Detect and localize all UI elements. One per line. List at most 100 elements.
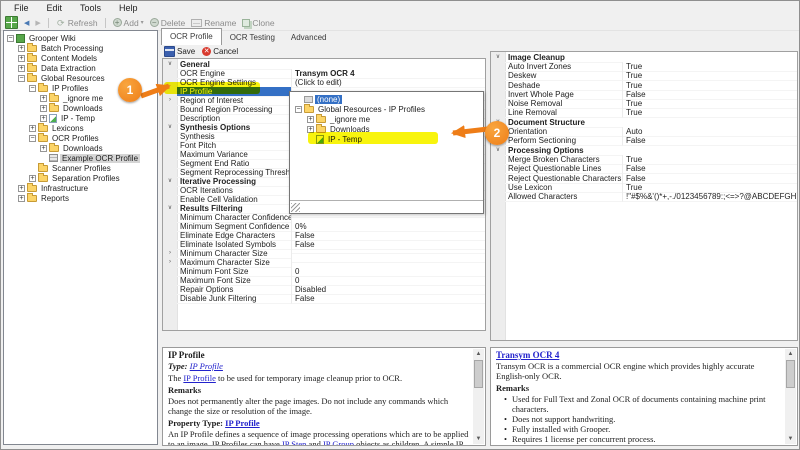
expander-minus-icon[interactable]: − [29,85,36,92]
expander-plus-icon[interactable]: + [307,116,314,123]
tree-item-infrastructure[interactable]: +Infrastructure [4,183,157,193]
clone-button[interactable]: Clone [239,18,277,28]
collapse-chevron-icon[interactable]: ∨ [491,53,505,62]
property-value[interactable] [292,262,485,263]
dropdown-resize-bar[interactable] [290,200,483,213]
property-row-use-lexicon[interactable]: Use LexiconTrue [491,183,797,192]
help-scrollbar[interactable]: ▲ ▼ [785,349,796,444]
tree-item-lexicons[interactable]: +Lexicons [4,123,157,133]
scroll-up-icon[interactable]: ▲ [785,349,796,359]
help-link-ip-profile[interactable]: IP Profile [183,373,216,383]
property-row-perform-sectioning[interactable]: Perform SectioningFalse [491,137,797,146]
expander-plus-icon[interactable]: + [40,105,47,112]
expander-minus-icon[interactable]: − [7,35,14,42]
property-row-reject-questionable-characters[interactable]: Reject Questionable CharactersFalse [491,174,797,183]
tree-item-content-models[interactable]: +Content Models [4,53,157,63]
expander-plus-icon[interactable]: + [29,175,36,182]
tree-item-downloads[interactable]: +Downloads [4,103,157,113]
collapse-chevron-icon[interactable]: ∨ [491,146,505,155]
back-arrow-icon[interactable]: ◀ [21,19,32,27]
collapse-chevron-icon[interactable]: ∨ [163,177,177,186]
property-row-allowed-characters[interactable]: Allowed Characters!"#$%&'()*+,-./0123456… [491,192,797,201]
property-row-noise-removal[interactable]: Noise RemovalTrue [491,99,797,108]
add-button[interactable]: +Add▾ [110,18,147,28]
expand-chevron-icon[interactable]: › [163,96,177,105]
rename-button[interactable]: Rename [188,18,239,28]
property-value[interactable]: (Click to edit) [292,78,485,88]
help-scrollbar[interactable]: ▲ ▼ [473,349,484,444]
tree-item-separation-profiles[interactable]: +Separation Profiles [4,173,157,183]
tree-item-batch-processing[interactable]: +Batch Processing [4,43,157,53]
expander-plus-icon[interactable]: + [40,95,47,102]
tree-item-downloads[interactable]: +Downloads [4,143,157,153]
help-link-ip-profile[interactable]: IP Profile [190,361,223,371]
expander-minus-icon[interactable]: − [18,75,25,82]
property-row-line-removal[interactable]: Line RemovalTrue [491,109,797,118]
expander-plus-icon[interactable]: + [40,115,47,122]
expander-minus-icon[interactable]: − [295,106,302,113]
tree-item-reports[interactable]: +Reports [4,193,157,203]
property-row-merge-broken-characters[interactable]: Merge Broken CharactersTrue [491,155,797,164]
expander-plus-icon[interactable]: + [40,145,47,152]
expander-plus-icon[interactable]: + [18,55,25,62]
property-value[interactable] [292,253,485,254]
forward-arrow-icon[interactable]: ▶ [32,19,43,27]
collapse-chevron-icon[interactable]: ∨ [163,123,177,132]
tree-item-ip-temp[interactable]: +IP - Temp [4,113,157,123]
tab-ocr-testing[interactable]: OCR Testing [222,30,283,45]
resize-grip-icon[interactable] [291,203,300,212]
expander-plus-icon[interactable]: + [29,125,36,132]
category-document-structure[interactable]: ∨Document Structure [491,118,797,127]
expander-plus-icon[interactable]: + [18,195,25,202]
property-row-deshade[interactable]: DeshadeTrue [491,81,797,90]
expand-chevron-icon[interactable]: › [163,249,177,258]
menu-help[interactable]: Help [110,1,147,15]
tree-item-example-ocr-profile[interactable]: Example OCR Profile [4,153,157,163]
property-row-orientation[interactable]: OrientationAuto [491,127,797,136]
expander-plus-icon[interactable]: + [18,185,25,192]
menu-tools[interactable]: Tools [71,1,110,15]
category-image-cleanup[interactable]: ∨Image Cleanup [491,53,797,62]
help-link-ip-step[interactable]: IP Step [282,439,306,446]
property-value[interactable]: False [292,294,485,304]
collapse-chevron-icon[interactable]: ∨ [163,60,177,69]
scroll-down-icon[interactable]: ▼ [473,434,484,444]
dropdown-item-none[interactable]: (none) [290,94,483,104]
expander-minus-icon[interactable]: − [29,135,36,142]
help-link-ip-profile[interactable]: IP Profile [225,418,260,428]
property-value[interactable]: False [292,240,485,250]
tree-item-ocr-profiles[interactable]: −OCR Profiles [4,133,157,143]
property-value[interactable] [292,217,485,218]
tree-item-scanner-profiles[interactable]: Scanner Profiles [4,163,157,173]
category-processing-options[interactable]: ∨Processing Options [491,146,797,155]
save-button[interactable]: Save [162,46,197,57]
dropdown-item-ignore-me[interactable]: +_ignore me [290,114,483,124]
dropdown-item-global-resources-ip-profiles[interactable]: −Global Resources - IP Profiles [290,104,483,114]
tab-advanced[interactable]: Advanced [283,30,335,45]
property-value[interactable]: True [623,108,797,118]
delete-button[interactable]: −Delete [147,18,189,28]
expand-chevron-icon[interactable]: › [163,258,177,267]
scroll-thumb[interactable] [474,360,483,388]
collapse-chevron-icon[interactable]: ∨ [163,204,177,213]
property-row-disable-junk-filtering[interactable]: Disable Junk FilteringFalse [163,294,485,303]
expander-plus-icon[interactable]: + [18,65,25,72]
help-link-transym-ocr-4[interactable]: Transym OCR 4 [496,350,559,360]
menu-file[interactable]: File [5,1,38,15]
refresh-button[interactable]: ⟳Refresh [53,18,101,28]
scroll-down-icon[interactable]: ▼ [785,434,796,444]
property-row-reject-questionable-lines[interactable]: Reject Questionable LinesFalse [491,165,797,174]
property-value[interactable]: !"#$%&'()*+,-./0123456789:;<=>?@ABCDEFGH… [623,192,797,202]
cancel-button[interactable]: ✕ Cancel [200,47,240,56]
property-row-deskew[interactable]: DeskewTrue [491,72,797,81]
tab-ocr-profile[interactable]: OCR Profile [161,28,222,45]
tree-item-data-extraction[interactable]: +Data Extraction [4,63,157,73]
menu-edit[interactable]: Edit [38,1,72,15]
expander-plus-icon[interactable]: + [18,45,25,52]
tree-item-grooper-wiki[interactable]: −Grooper Wiki [4,33,157,43]
property-row-auto-invert-zones[interactable]: Auto Invert ZonesTrue [491,62,797,71]
property-value[interactable]: False [623,136,797,146]
scroll-up-icon[interactable]: ▲ [473,349,484,359]
scroll-thumb[interactable] [786,360,795,388]
help-link-ip-group[interactable]: IP Group [323,439,354,446]
